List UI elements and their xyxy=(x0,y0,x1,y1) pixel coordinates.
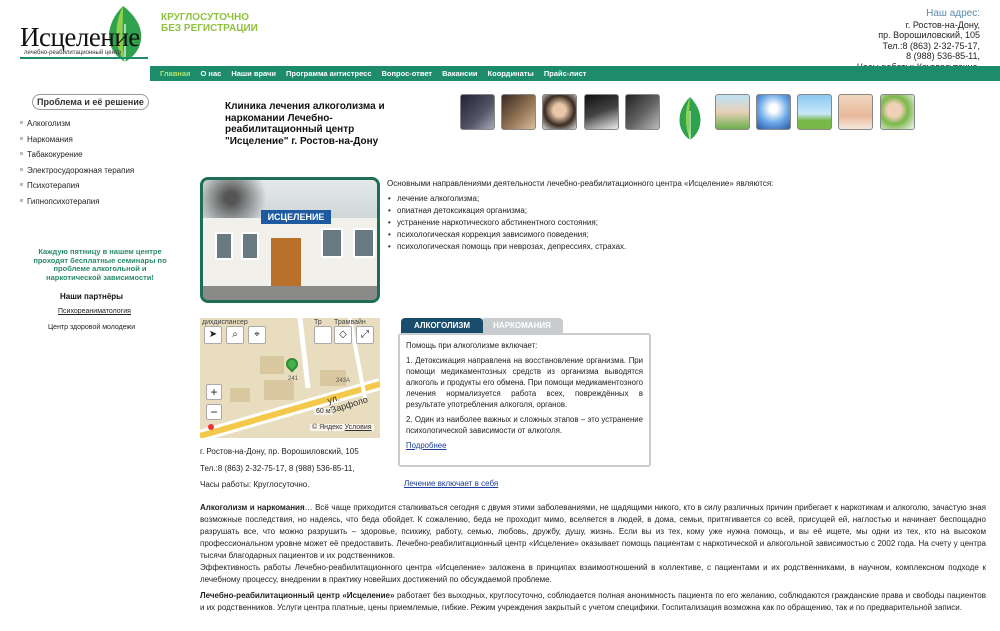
address-line: г. Ростов-на-Дону, xyxy=(905,19,980,30)
photo-sign: ИСЦЕЛЕНИЕ xyxy=(261,210,331,224)
thumbnail-image[interactable] xyxy=(797,94,832,130)
map-layers-icon[interactable]: ◇ xyxy=(334,326,352,344)
nav-item-prices[interactable]: Прайс-лист xyxy=(544,66,587,81)
list-item: психологическая коррекция зависимого пов… xyxy=(388,229,987,241)
sidebar-promo: Каждую пятницу в нашем центре проходят б… xyxy=(33,247,167,282)
thumbnail-image[interactable] xyxy=(838,94,873,130)
article-bold: Лечебно-реабилитационный центр «Исцелени… xyxy=(200,591,395,600)
nav-item-about[interactable]: О нас xyxy=(201,66,222,81)
directions-intro: Основными направлениями деятельности леч… xyxy=(387,179,774,188)
nav-item-contacts[interactable]: Координаты xyxy=(488,66,534,81)
directions-list: лечение алкоголизма; опиатная детоксикац… xyxy=(388,193,987,253)
treatment-includes-link[interactable]: Лечение включает в себя xyxy=(404,479,498,488)
photo-window xyxy=(353,228,375,258)
logo-underline xyxy=(20,57,148,59)
header: Исцеление лечебно-реабилитационный центр… xyxy=(0,0,1000,72)
thumbnail-image[interactable] xyxy=(880,94,915,130)
sidebar-item-psychotherapy[interactable]: Психотерапия xyxy=(20,181,190,197)
map-label: Трамвайн xyxy=(334,319,366,326)
yandex-map[interactable]: дихдиспансер Тр Трамвайн 241 243А ул. Ва… xyxy=(200,318,380,438)
photo-window xyxy=(215,232,233,260)
photo-window xyxy=(241,232,259,260)
address-phone: 8 (988) 536-85-11, xyxy=(906,51,980,61)
map-search-icon[interactable]: ⌕ xyxy=(226,326,244,344)
nav-item-faq[interactable]: Вопрос-ответ xyxy=(382,66,433,81)
article-paragraph: Лечебно-реабилитационный центр «Исцелени… xyxy=(200,590,986,614)
thumbnail-image[interactable] xyxy=(460,94,495,130)
partner-link[interactable]: Центр здоровой молодежи xyxy=(48,324,135,331)
sidebar-menu: Алкоголизм Наркомания Табакокурение Элек… xyxy=(20,119,190,212)
tab-panel: Помощь при алкоголизме включает: 1. Дето… xyxy=(398,333,651,467)
contact-address: г. Ростов-на-Дону, пр. Ворошиловский, 10… xyxy=(200,447,359,456)
slogan-line1: КРУГЛОСУТОЧНО xyxy=(161,12,250,23)
map-scale: 60 м xyxy=(314,408,333,415)
leaf-logo-icon xyxy=(679,97,701,140)
map-label: дихдиспансер xyxy=(202,319,248,326)
slogan: КРУГЛОСУТОЧНО БЕЗ РЕГИСТРАЦИИ xyxy=(161,12,258,34)
tab-panel-intro: Помощь при алкоголизме включает: xyxy=(406,341,538,350)
article-paragraph: Алкоголизм и наркомания… Всё чаще приход… xyxy=(200,502,986,562)
sidebar-title: Проблема и её решение xyxy=(32,94,149,110)
thumbnail-image[interactable] xyxy=(756,94,791,130)
address-block: Наш адрес: г. Ростов-на-Дону, пр. Вороши… xyxy=(857,8,981,72)
partners-title: Наши партнёры xyxy=(60,292,124,301)
list-item: психологическая помощь при неврозах, деп… xyxy=(388,241,987,253)
photo-door xyxy=(271,238,301,288)
nav-item-antistress[interactable]: Программа антистресс xyxy=(286,66,372,81)
article-bold: Алкоголизм и наркомания xyxy=(200,503,305,512)
photo-window xyxy=(321,228,343,258)
list-item: лечение алкоголизма; xyxy=(388,193,987,205)
slogan-line2: БЕЗ РЕГИСТРАЦИИ xyxy=(161,23,258,34)
main-nav: Главная О нас Наши врачи Программа антистре… xyxy=(150,66,1000,81)
address-line: пр. Ворошиловский, 105 xyxy=(878,30,980,40)
tab-drug-addiction[interactable]: НАРКОМАНИЯ xyxy=(481,318,563,333)
nav-item-doctors[interactable]: Наши врачи xyxy=(231,66,276,81)
thumbnail-image[interactable] xyxy=(625,94,660,130)
directions-block: Основными направлениями деятельности леч… xyxy=(387,178,987,253)
list-item: устранение наркотического абстинентного … xyxy=(388,217,987,229)
map-terms-link[interactable]: Условия xyxy=(345,424,372,431)
map-fullscreen-icon[interactable]: ⤢ xyxy=(356,326,374,344)
list-item: опиатная детоксикация организма; xyxy=(388,205,987,217)
sidebar-item-drug-addiction[interactable]: Наркомания xyxy=(20,135,190,151)
map-location-icon[interactable] xyxy=(208,424,214,430)
map-ruler-icon[interactable]: ⌖ xyxy=(248,326,266,344)
map-label: Тр xyxy=(314,319,322,326)
photo-ground xyxy=(203,286,377,300)
sidebar-item-smoking[interactable]: Табакокурение xyxy=(20,150,190,166)
thumbnail-image[interactable] xyxy=(584,94,619,130)
sidebar-item-hypnotherapy[interactable]: Гипнопсихотерапия xyxy=(20,197,190,213)
tab-panel-paragraph: 1. Детоксикация направлена на восстановл… xyxy=(406,356,643,409)
tab-panel-paragraph: 2. Один из наиболее важных и сложных эта… xyxy=(406,415,643,435)
map-label: 241 xyxy=(288,376,299,382)
map-pointer-icon[interactable]: ➤ xyxy=(204,326,222,344)
sidebar-item-alcoholism[interactable]: Алкоголизм xyxy=(20,119,190,135)
partner-link[interactable]: Психореаниматология xyxy=(58,308,131,315)
map-zoom-out-icon[interactable]: − xyxy=(206,404,222,420)
address-title: Наш адрес: xyxy=(926,8,980,19)
logo-text[interactable]: Исцеление xyxy=(20,22,140,53)
map-traffic-icon[interactable] xyxy=(314,326,332,344)
page-title: Клиника лечения алкоголизма и наркомании… xyxy=(225,101,385,147)
clinic-building-photo: ИСЦЕЛЕНИЕ xyxy=(200,177,380,303)
thumbnail-image[interactable] xyxy=(501,94,536,130)
article-paragraph: Эффективность работы Лечебно-реабилитаци… xyxy=(200,563,986,584)
map-copyright-text: © Яндекс xyxy=(312,424,343,431)
tab-alcoholism[interactable]: АЛКОГОЛИЗМ xyxy=(401,318,483,333)
more-link[interactable]: Подробнее xyxy=(406,441,446,450)
map-copyright: © Яндекс Условия xyxy=(310,424,374,431)
map-label: 243А xyxy=(336,378,351,384)
contact-phone: Тел.:8 (863) 2-32-75-17, 8 (988) 536-85-… xyxy=(200,464,355,473)
thumbnail-image[interactable] xyxy=(715,94,750,130)
address-phone: Тел.:8 (863) 2-32-75-17, xyxy=(882,40,981,51)
nav-item-home[interactable]: Главная xyxy=(160,66,191,81)
contact-hours: Часы работы: Круглосуточно. xyxy=(200,480,310,489)
thumbnail-image[interactable] xyxy=(542,94,577,130)
map-zoom-in-icon[interactable]: + xyxy=(206,384,222,400)
sidebar-item-ect[interactable]: Электросудорожная терапия xyxy=(20,166,190,182)
logo-subtitle: лечебно-реабилитационный центр xyxy=(24,50,121,56)
article-text: … Всё чаще приходится сталкиваться сегод… xyxy=(200,503,986,560)
nav-item-jobs[interactable]: Вакансии xyxy=(442,66,477,81)
